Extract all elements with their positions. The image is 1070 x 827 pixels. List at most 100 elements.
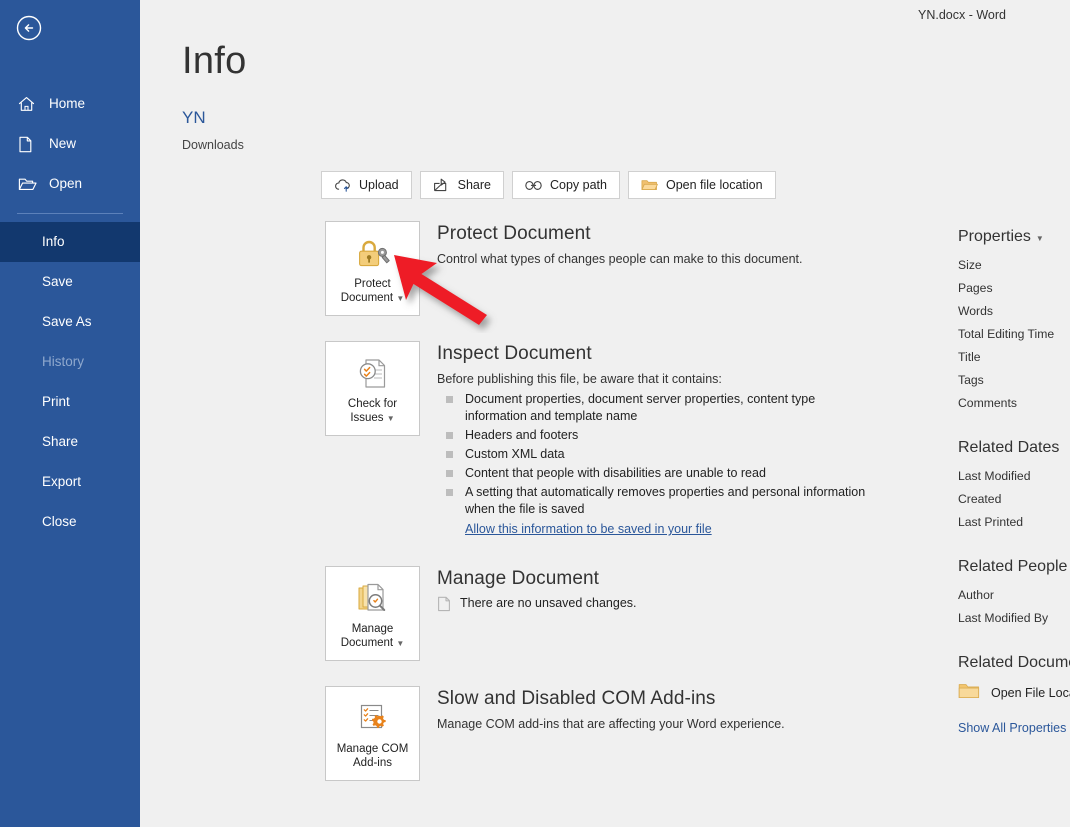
sidebar-item-label: Home — [49, 96, 86, 112]
protect-document-section: Protect Document ▼ Protect Document Cont… — [325, 221, 803, 316]
manage-document-button[interactable]: Manage Document ▼ — [325, 566, 420, 661]
manage-document-icon — [354, 581, 392, 617]
property-row-title[interactable]: Title Add a title — [958, 346, 1070, 369]
chevron-down-icon: ▼ — [396, 294, 405, 303]
file-name: YN — [182, 108, 206, 127]
upload-label: Upload — [359, 178, 399, 192]
sidebar-item-save[interactable]: Save — [0, 262, 140, 302]
bullet-square-icon — [446, 489, 453, 496]
new-document-icon — [18, 135, 40, 153]
chevron-down-icon: ▼ — [386, 414, 395, 423]
file-path: Downloads — [182, 138, 244, 152]
sidebar-item-open[interactable]: Open — [0, 164, 140, 204]
protect-document-button[interactable]: Protect Document ▼ — [325, 221, 420, 316]
allow-information-saved-link[interactable]: Allow this information to be saved in yo… — [465, 522, 712, 536]
sidebar-item-new[interactable]: New — [0, 124, 140, 164]
sidebar-item-info[interactable]: Info — [0, 222, 140, 262]
manage-document-status-row: There are no unsaved changes. — [437, 596, 637, 615]
properties-panel: Properties ▼ Size 166KB Pages 1 Words 20… — [958, 228, 1070, 737]
sidebar-item-save-as[interactable]: Save As — [0, 302, 140, 342]
sidebar-item-label: Share — [42, 434, 79, 450]
property-key: Author — [958, 588, 994, 602]
list-item: Document properties, document server pro… — [437, 391, 867, 425]
properties-heading[interactable]: Properties ▼ — [958, 228, 1070, 246]
sidebar-item-history: History — [0, 342, 140, 382]
manage-com-addins-button-label: Manage COM Add-ins — [336, 743, 409, 769]
upload-button[interactable]: Upload — [321, 171, 412, 199]
com-addins-heading: Slow and Disabled COM Add-ins — [437, 688, 716, 709]
sidebar-item-close[interactable]: Close — [0, 502, 140, 542]
sidebar-item-share[interactable]: Share — [0, 422, 140, 462]
copy-path-button[interactable]: Copy path — [511, 171, 620, 199]
open-file-location-label: Open file location — [665, 178, 763, 192]
open-file-location-link[interactable]: Open File Location — [958, 682, 1070, 703]
inspect-document-bullets: Document properties, document server pro… — [437, 391, 867, 518]
lock-key-icon — [354, 236, 392, 272]
sidebar-nav-list: Home New Open Info Save Save As History … — [0, 84, 140, 542]
property-row-size: Size 166KB — [958, 254, 1070, 277]
property-key: Size — [958, 258, 982, 272]
chevron-down-icon: ▼ — [396, 639, 405, 648]
sidebar-item-home[interactable]: Home — [0, 84, 140, 124]
page-title: Info — [182, 40, 247, 82]
backstage-sidebar: Home New Open Info Save Save As History … — [0, 0, 140, 827]
bullet-square-icon — [446, 451, 453, 458]
property-row-comments[interactable]: Comments Add comments — [958, 392, 1070, 415]
inspect-document-body: Inspect Document Before publishing this … — [437, 341, 867, 538]
list-item: Headers and footers — [437, 427, 867, 444]
sidebar-item-label: Print — [42, 394, 70, 410]
chevron-down-icon: ▼ — [1035, 234, 1044, 243]
file-actions-toolbar: Upload Share Copy path Open file locatio… — [321, 171, 776, 199]
share-button[interactable]: Share — [419, 171, 504, 199]
back-arrow-icon — [16, 15, 42, 41]
show-all-properties-link[interactable]: Show All Properties — [958, 721, 1066, 735]
sidebar-item-label: New — [49, 136, 77, 152]
sidebar-item-print[interactable]: Print — [0, 382, 140, 422]
folder-icon — [958, 682, 980, 703]
open-file-location-button[interactable]: Open file location — [627, 171, 776, 199]
cloud-upload-icon — [334, 178, 351, 193]
property-row-pages: Pages 1 — [958, 277, 1070, 300]
property-key: Last Printed — [958, 515, 1024, 529]
property-key: Words — [958, 304, 993, 318]
home-icon — [18, 95, 40, 113]
protect-document-description: Control what types of changes people can… — [437, 252, 803, 266]
sidebar-divider — [17, 213, 123, 214]
checklist-gear-icon — [355, 701, 391, 737]
inspect-document-heading: Inspect Document — [437, 343, 592, 364]
manage-document-body: Manage Document There are no unsaved cha… — [437, 566, 637, 615]
related-dates-heading: Related Dates — [958, 439, 1060, 456]
com-addins-section: Manage COM Add-ins Slow and Disabled COM… — [325, 686, 785, 781]
property-row-words: Words 203 — [958, 300, 1070, 323]
backstage-content: YN.docx - Word Info YN Downloads Upload — [140, 0, 1070, 827]
sidebar-item-export[interactable]: Export — [0, 462, 140, 502]
bullet-square-icon — [446, 470, 453, 477]
property-row-tags[interactable]: Tags Add a tag — [958, 369, 1070, 392]
check-for-issues-button-label: Check for Issues ▼ — [347, 398, 398, 424]
share-arrow-icon — [433, 178, 450, 193]
property-key: Last Modified By — [958, 611, 1049, 625]
document-inspect-icon — [355, 356, 391, 392]
related-people-row-author[interactable]: Author Add an author — [958, 584, 1070, 607]
bullet-square-icon — [446, 396, 453, 403]
protect-document-body: Protect Document Control what types of c… — [437, 221, 803, 268]
open-folder-icon — [18, 175, 40, 193]
inspect-document-intro: Before publishing this file, be aware th… — [437, 372, 722, 386]
manage-com-addins-button[interactable]: Manage COM Add-ins — [325, 686, 420, 781]
sidebar-item-label: Export — [42, 474, 82, 490]
property-key: Pages — [958, 281, 993, 295]
share-label: Share — [457, 178, 491, 192]
word-backstage-info-screen: Home New Open Info Save Save As History … — [0, 0, 1070, 827]
folder-icon — [641, 178, 658, 193]
property-row-total-editing-time: Total Editing Time 0 Minutes — [958, 323, 1070, 346]
com-addins-description: Manage COM add-ins that are affecting yo… — [437, 717, 785, 731]
check-for-issues-button[interactable]: Check for Issues ▼ — [325, 341, 420, 436]
related-people-row-last-modified-by: Last Modified By Not saved yet — [958, 607, 1070, 630]
list-item: Content that people with disabilities ar… — [437, 465, 867, 482]
related-date-row-last-modified: Last Modified Today, 6:50 AM — [958, 465, 1070, 488]
property-key: Comments — [958, 396, 1017, 410]
sidebar-item-label: Save As — [42, 314, 92, 330]
protect-document-heading: Protect Document — [437, 223, 591, 244]
sidebar-item-label: Close — [42, 514, 77, 530]
back-button[interactable] — [13, 12, 45, 44]
